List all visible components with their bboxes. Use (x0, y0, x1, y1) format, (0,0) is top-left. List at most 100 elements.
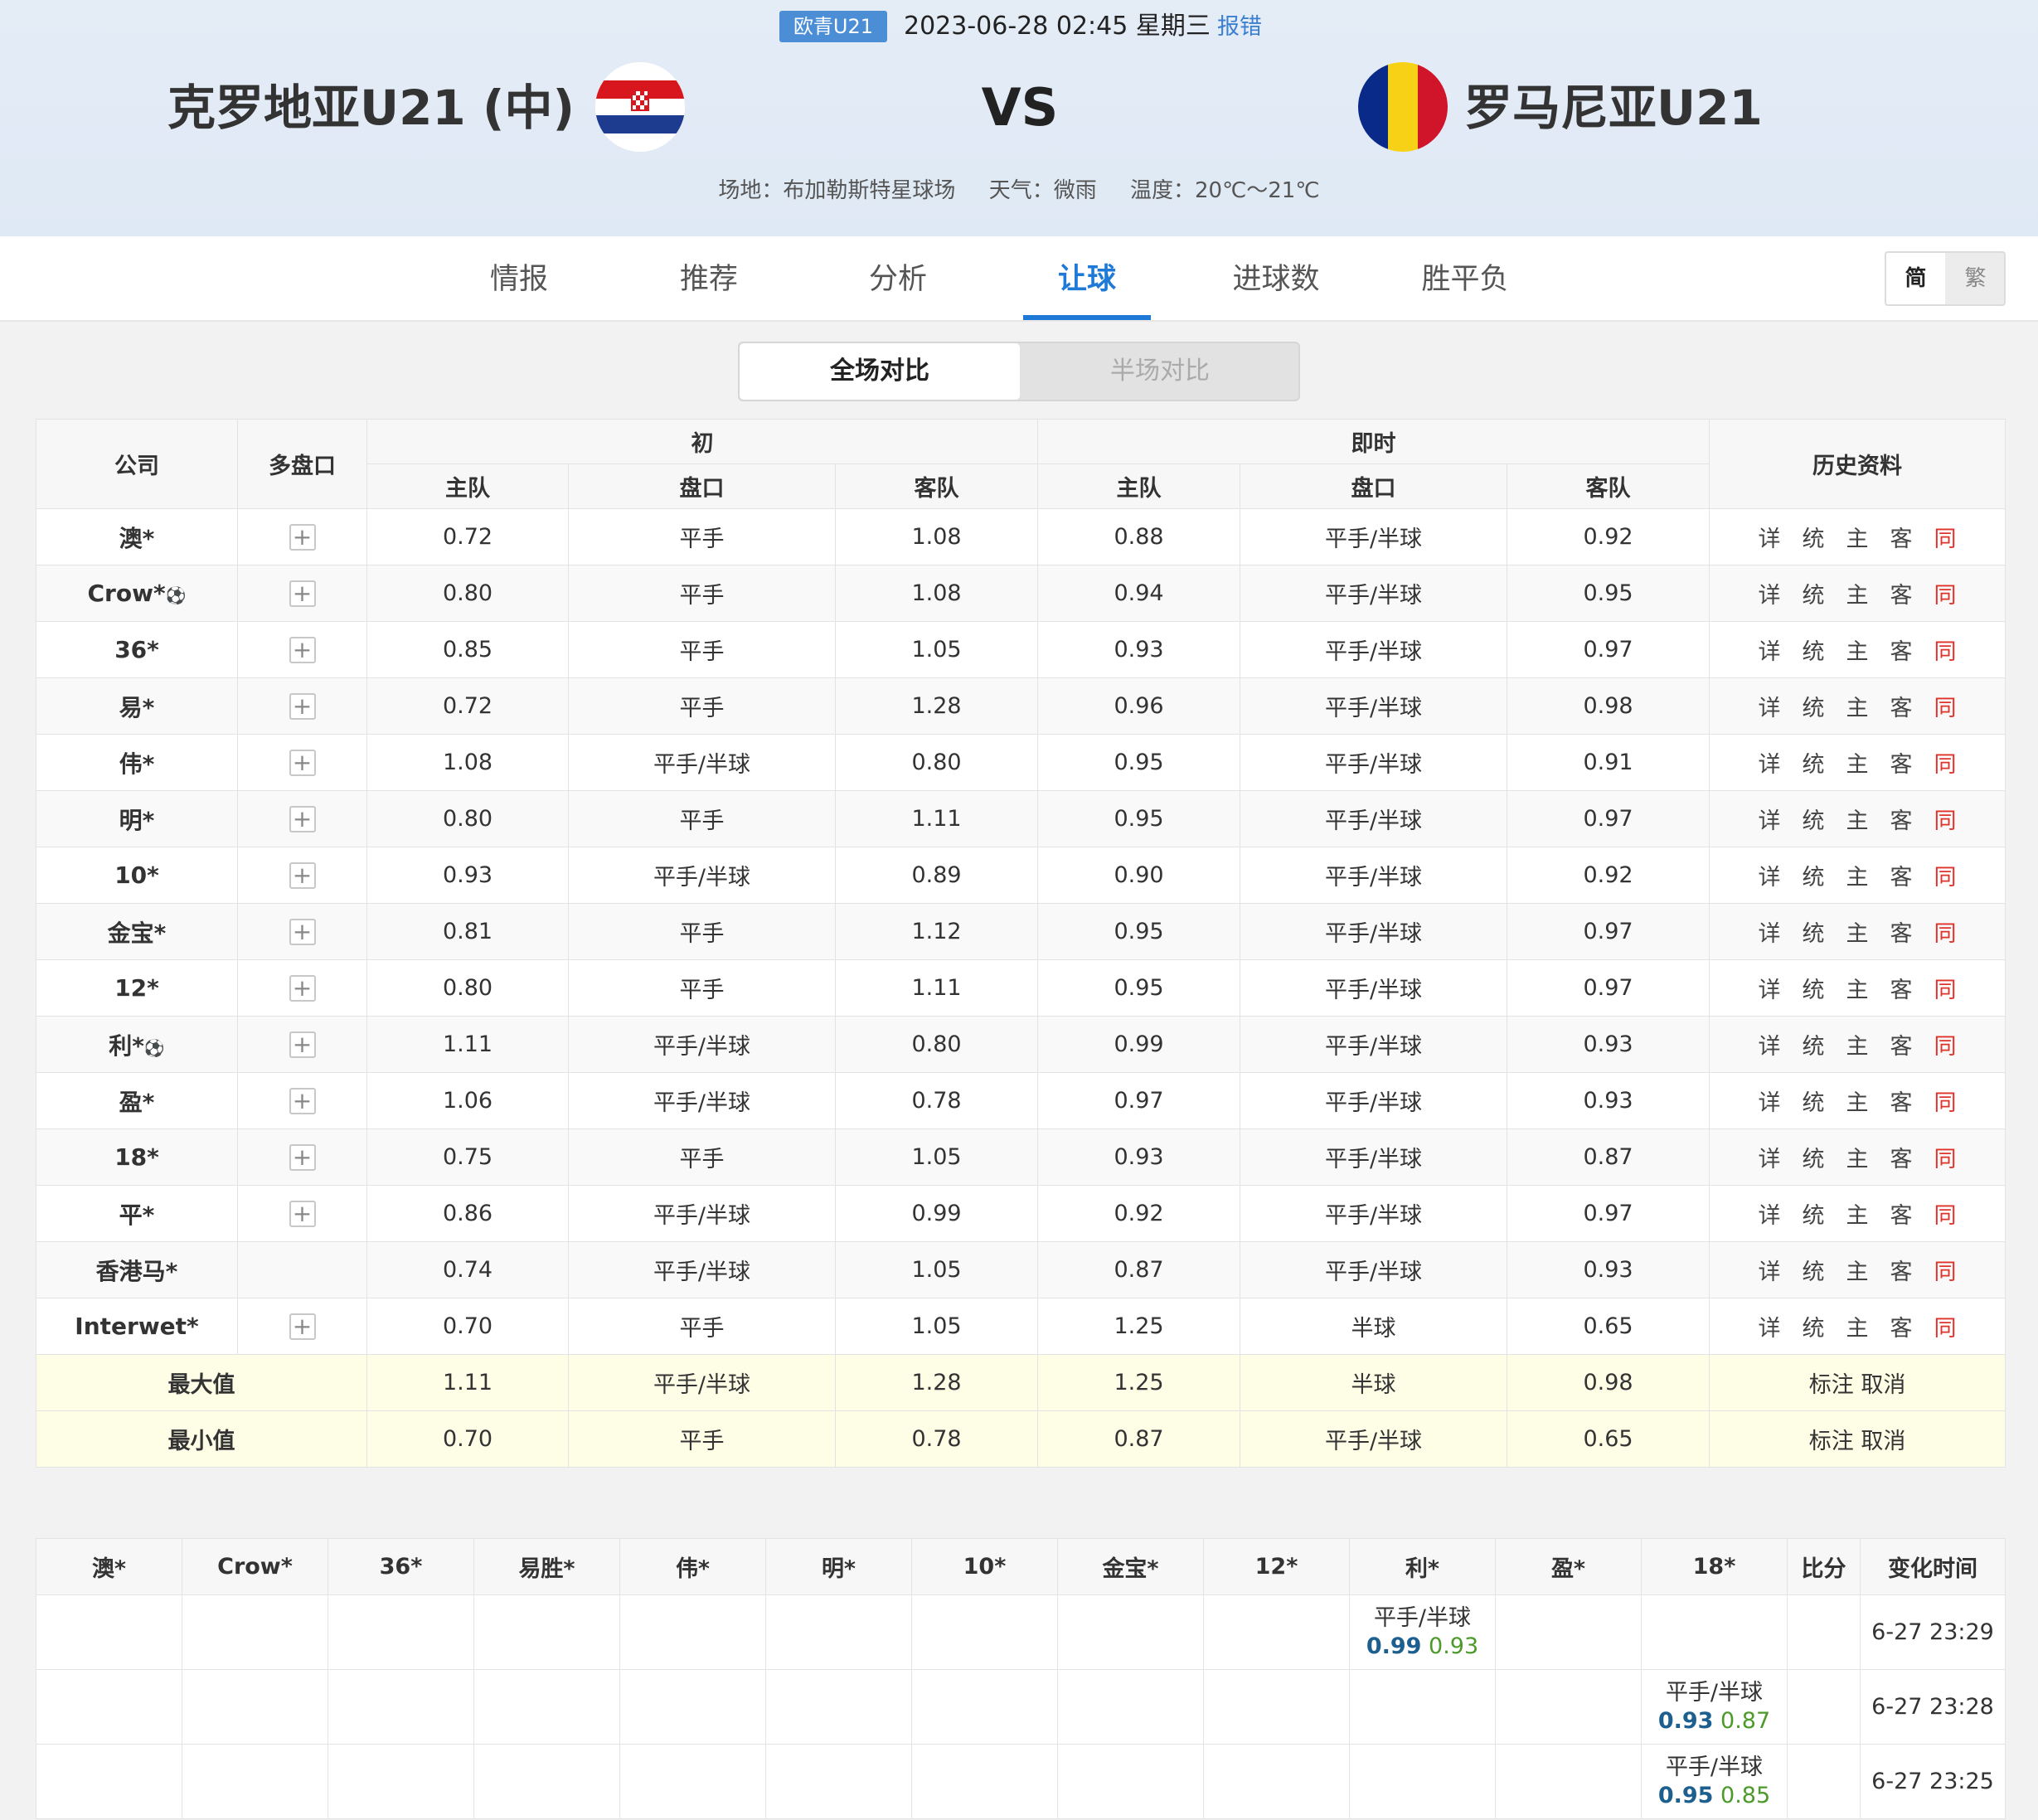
detail-link[interactable]: 详 (1759, 972, 1781, 1004)
min-mark-cancel[interactable]: 标注 取消 (1709, 1410, 2006, 1468)
expand-plus-icon[interactable]: + (289, 523, 316, 551)
tab-intel[interactable]: 情报 (455, 236, 583, 320)
home-link[interactable]: 主 (1846, 746, 1869, 779)
company-name[interactable]: 12* (36, 959, 238, 1017)
same-link[interactable]: 同 (1934, 577, 1957, 609)
detail-link[interactable]: 详 (1759, 746, 1781, 779)
company-name[interactable]: 利*⚽ (36, 1016, 238, 1073)
stats-link[interactable]: 统 (1803, 521, 1825, 553)
away-link[interactable]: 客 (1890, 1141, 1913, 1173)
detail-link[interactable]: 详 (1759, 859, 1781, 891)
detail-link[interactable]: 详 (1759, 915, 1781, 948)
expand-plus-icon[interactable]: + (289, 1087, 316, 1114)
detail-link[interactable]: 详 (1759, 521, 1781, 553)
same-link[interactable]: 同 (1934, 859, 1957, 891)
expand-plus-icon[interactable]: + (289, 692, 316, 720)
stats-link[interactable]: 统 (1803, 690, 1825, 722)
stats-link[interactable]: 统 (1803, 803, 1825, 835)
expand-plus-icon[interactable]: + (289, 861, 316, 889)
stats-link[interactable]: 统 (1803, 1085, 1825, 1117)
simplified-button[interactable]: 简 (1886, 253, 1945, 304)
detail-link[interactable]: 详 (1759, 1085, 1781, 1117)
stats-link[interactable]: 统 (1803, 577, 1825, 609)
same-link[interactable]: 同 (1934, 1310, 1957, 1342)
home-link[interactable]: 主 (1846, 915, 1869, 948)
company-name[interactable]: Crow*⚽ (36, 565, 238, 622)
home-link[interactable]: 主 (1846, 690, 1869, 722)
away-link[interactable]: 客 (1890, 690, 1913, 722)
home-link[interactable]: 主 (1846, 1028, 1869, 1060)
expand-plus-icon[interactable]: + (289, 1031, 316, 1058)
home-link[interactable]: 主 (1846, 1141, 1869, 1173)
stats-link[interactable]: 统 (1803, 1197, 1825, 1230)
expand-plus-icon[interactable]: + (289, 580, 316, 607)
same-link[interactable]: 同 (1934, 746, 1957, 779)
max-mark-cancel[interactable]: 标注 取消 (1709, 1354, 2006, 1411)
company-name[interactable]: 36* (36, 621, 238, 678)
away-link[interactable]: 客 (1890, 577, 1913, 609)
home-team-name[interactable]: 克罗地亚U21 (中) (167, 79, 575, 137)
stats-link[interactable]: 统 (1803, 859, 1825, 891)
stats-link[interactable]: 统 (1803, 1254, 1825, 1286)
same-link[interactable]: 同 (1934, 1085, 1957, 1117)
home-link[interactable]: 主 (1846, 972, 1869, 1004)
same-link[interactable]: 同 (1934, 690, 1957, 722)
away-link[interactable]: 客 (1890, 746, 1913, 779)
company-name[interactable]: 伟* (36, 734, 238, 791)
detail-link[interactable]: 详 (1759, 577, 1781, 609)
expand-plus-icon[interactable]: + (289, 1313, 316, 1340)
away-link[interactable]: 客 (1890, 859, 1913, 891)
tab-analysis[interactable]: 分析 (834, 236, 962, 320)
company-name[interactable]: 香港马* (36, 1241, 238, 1298)
detail-link[interactable]: 详 (1759, 1197, 1781, 1230)
same-link[interactable]: 同 (1934, 1141, 1957, 1173)
stats-link[interactable]: 统 (1803, 746, 1825, 779)
home-link[interactable]: 主 (1846, 1310, 1869, 1342)
company-name[interactable]: 盈* (36, 1072, 238, 1129)
detail-link[interactable]: 详 (1759, 1141, 1781, 1173)
company-name[interactable]: Interwet* (36, 1298, 238, 1355)
tab-recommend[interactable]: 推荐 (645, 236, 773, 320)
detail-link[interactable]: 详 (1759, 1254, 1781, 1286)
stats-link[interactable]: 统 (1803, 1141, 1825, 1173)
detail-link[interactable]: 详 (1759, 803, 1781, 835)
same-link[interactable]: 同 (1934, 521, 1957, 553)
away-link[interactable]: 客 (1890, 1028, 1913, 1060)
stats-link[interactable]: 统 (1803, 972, 1825, 1004)
away-link[interactable]: 客 (1890, 1254, 1913, 1286)
company-name[interactable]: 金宝* (36, 903, 238, 960)
expand-plus-icon[interactable]: + (289, 918, 316, 945)
company-name[interactable]: 易* (36, 677, 238, 735)
same-link[interactable]: 同 (1934, 972, 1957, 1004)
expand-plus-icon[interactable]: + (289, 636, 316, 663)
same-link[interactable]: 同 (1934, 915, 1957, 948)
away-link[interactable]: 客 (1890, 803, 1913, 835)
half-match-compare-button[interactable]: 半场对比 (1020, 343, 1298, 400)
company-name[interactable]: 明* (36, 790, 238, 847)
away-link[interactable]: 客 (1890, 521, 1913, 553)
stats-link[interactable]: 统 (1803, 633, 1825, 666)
stats-link[interactable]: 统 (1803, 1028, 1825, 1060)
same-link[interactable]: 同 (1934, 1028, 1957, 1060)
home-link[interactable]: 主 (1846, 803, 1869, 835)
home-link[interactable]: 主 (1846, 1085, 1869, 1117)
same-link[interactable]: 同 (1934, 803, 1957, 835)
tab-goals[interactable]: 进球数 (1212, 236, 1340, 320)
home-link[interactable]: 主 (1846, 633, 1869, 666)
same-link[interactable]: 同 (1934, 1254, 1957, 1286)
report-error-link[interactable]: 报错 (1217, 12, 1262, 43)
stats-link[interactable]: 统 (1803, 915, 1825, 948)
detail-link[interactable]: 详 (1759, 1310, 1781, 1342)
away-link[interactable]: 客 (1890, 915, 1913, 948)
same-link[interactable]: 同 (1934, 633, 1957, 666)
away-link[interactable]: 客 (1890, 972, 1913, 1004)
away-link[interactable]: 客 (1890, 1310, 1913, 1342)
same-link[interactable]: 同 (1934, 1197, 1957, 1230)
tab-1x2[interactable]: 胜平负 (1401, 236, 1529, 320)
expand-plus-icon[interactable]: + (289, 1200, 316, 1227)
company-name[interactable]: 10* (36, 847, 238, 904)
home-link[interactable]: 主 (1846, 521, 1869, 553)
league-badge[interactable]: 欧青U21 (779, 11, 887, 42)
away-link[interactable]: 客 (1890, 1197, 1913, 1230)
expand-plus-icon[interactable]: + (289, 805, 316, 832)
